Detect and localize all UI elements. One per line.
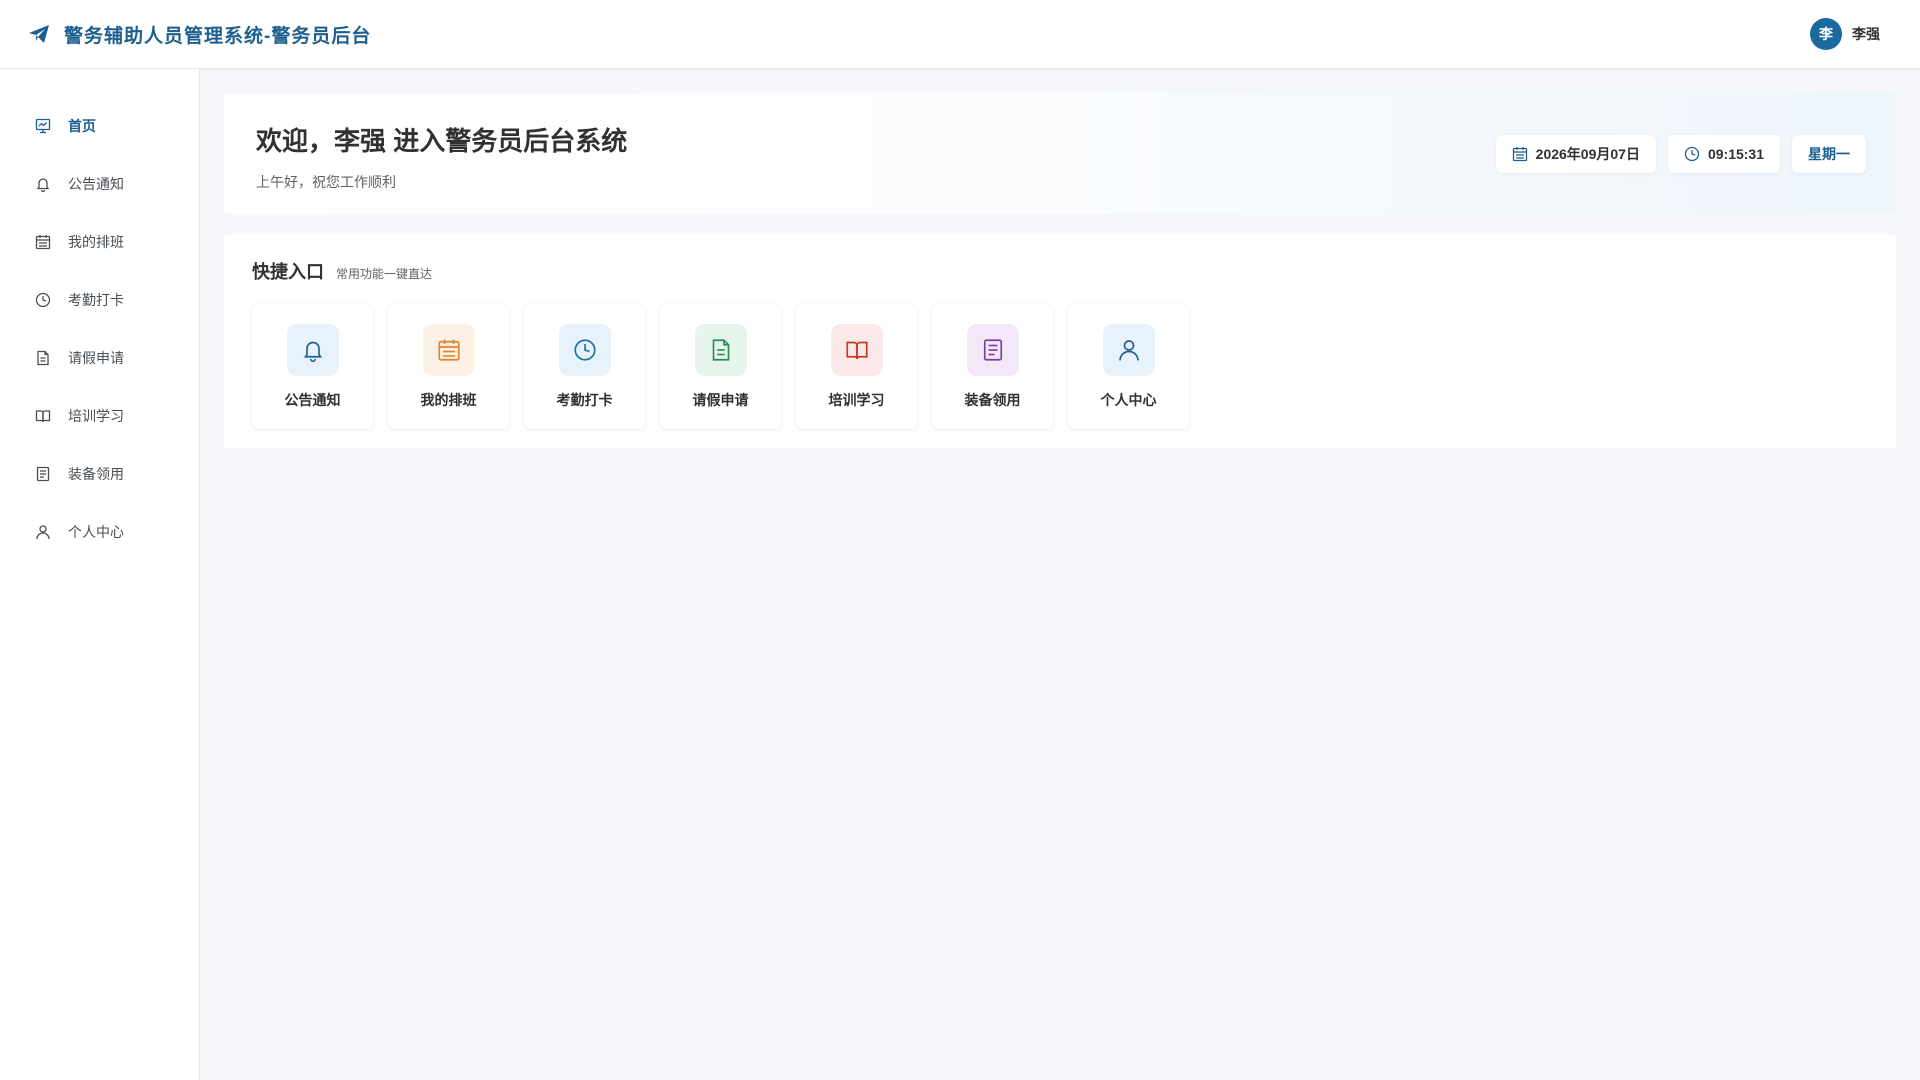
user-icon xyxy=(34,523,52,541)
date-chip: 2026年09月07日 xyxy=(1495,135,1656,173)
sidebar-item-label: 考勤打卡 xyxy=(68,292,124,308)
sidebar-item-attendance[interactable]: 考勤打卡 xyxy=(0,271,199,329)
welcome-banner: 欢迎，李强 进入警务员后台系统 上午好，祝您工作顺利 2026年09月07日 0… xyxy=(224,93,1896,214)
quick-tile-equipment[interactable]: 装备领用 xyxy=(932,304,1053,429)
quick-access-tiles: 公告通知 我的排班 考勤打卡 请假申请 培训学习 装备领用 个人中心 xyxy=(252,304,1868,429)
clock-icon xyxy=(1684,146,1700,162)
quick-tile-profile[interactable]: 个人中心 xyxy=(1068,304,1189,429)
quick-tile-label: 装备领用 xyxy=(964,392,1021,408)
sidebar-item-label: 装备领用 xyxy=(68,466,124,482)
quick-tile-attendance[interactable]: 考勤打卡 xyxy=(524,304,645,429)
bell-icon xyxy=(286,324,339,376)
user-icon xyxy=(1102,324,1155,376)
sidebar-item-label: 首页 xyxy=(68,118,96,134)
avatar[interactable]: 李 xyxy=(1810,18,1842,50)
quick-access-header: 快捷入口 常用功能一键直达 xyxy=(252,258,1868,284)
quick-tile-label: 个人中心 xyxy=(1100,392,1157,408)
quick-tile-training[interactable]: 培训学习 xyxy=(796,304,917,429)
welcome-subtitle: 上午好，祝您工作顺利 xyxy=(256,174,396,190)
user-name[interactable]: 李强 xyxy=(1852,24,1880,44)
quick-tile-leave[interactable]: 请假申请 xyxy=(660,304,781,429)
book-icon xyxy=(34,407,52,425)
sidebar-item-schedule[interactable]: 我的排班 xyxy=(0,213,199,271)
sidebar-item-label: 培训学习 xyxy=(68,408,124,424)
sidebar-item-leave[interactable]: 请假申请 xyxy=(0,329,199,387)
quick-tile-label: 培训学习 xyxy=(828,392,885,408)
sidebar-item-equipment[interactable]: 装备领用 xyxy=(0,445,199,503)
quick-access-title: 快捷入口 xyxy=(252,262,324,282)
paper-plane-icon xyxy=(26,21,52,47)
time-text: 09:15:31 xyxy=(1707,146,1764,162)
bell-icon xyxy=(34,175,52,193)
book-icon xyxy=(830,324,883,376)
quick-tile-label: 请假申请 xyxy=(692,392,749,408)
clock-icon xyxy=(558,324,611,376)
user-menu[interactable]: 李 李强 xyxy=(1810,18,1880,50)
time-chip: 09:15:31 xyxy=(1667,135,1780,173)
clock-icon xyxy=(34,291,52,309)
weekday-text: 星期一 xyxy=(1808,146,1850,162)
calendar-icon xyxy=(1512,146,1528,162)
weekday-chip: 星期一 xyxy=(1792,135,1866,173)
sidebar-item-home[interactable]: 首页 xyxy=(0,97,199,155)
sidebar-item-label: 个人中心 xyxy=(68,524,124,540)
date-text: 2026年09月07日 xyxy=(1535,146,1640,162)
quick-tile-label: 我的排班 xyxy=(420,392,477,408)
quick-tile-schedule[interactable]: 我的排班 xyxy=(388,304,509,429)
sidebar-item-label: 公告通知 xyxy=(68,176,124,192)
list-document-icon xyxy=(966,324,1019,376)
sidebar-item-label: 请假申请 xyxy=(68,350,124,366)
top-header: 警务辅助人员管理系统-警务员后台 李 李强 xyxy=(0,0,1920,69)
quick-access-subtitle: 常用功能一键直达 xyxy=(336,267,433,281)
sidebar-item-profile[interactable]: 个人中心 xyxy=(0,503,199,561)
app-title: 警务辅助人员管理系统-警务员后台 xyxy=(64,25,372,47)
calendar-icon xyxy=(422,324,475,376)
sidebar-item-training[interactable]: 培训学习 xyxy=(0,387,199,445)
document-icon xyxy=(694,324,747,376)
date-time-chips: 2026年09月07日 09:15:31 星期一 xyxy=(1495,135,1866,173)
sidebar: 首页 公告通知 我的排班 考勤打卡 请假申请 培训学习 装备领用 个人中心 xyxy=(0,69,200,1080)
quick-access-panel: 快捷入口 常用功能一键直达 公告通知 我的排班 考勤打卡 请假申请 培训学习 装… xyxy=(224,234,1896,448)
list-document-icon xyxy=(34,465,52,483)
dashboard-chart-icon xyxy=(34,117,52,135)
quick-tile-notices[interactable]: 公告通知 xyxy=(252,304,373,429)
document-icon xyxy=(34,349,52,367)
quick-tile-label: 考勤打卡 xyxy=(556,392,613,408)
quick-tile-label: 公告通知 xyxy=(284,392,341,408)
sidebar-item-label: 我的排班 xyxy=(68,234,124,250)
calendar-icon xyxy=(34,233,52,251)
sidebar-item-notices[interactable]: 公告通知 xyxy=(0,155,199,213)
